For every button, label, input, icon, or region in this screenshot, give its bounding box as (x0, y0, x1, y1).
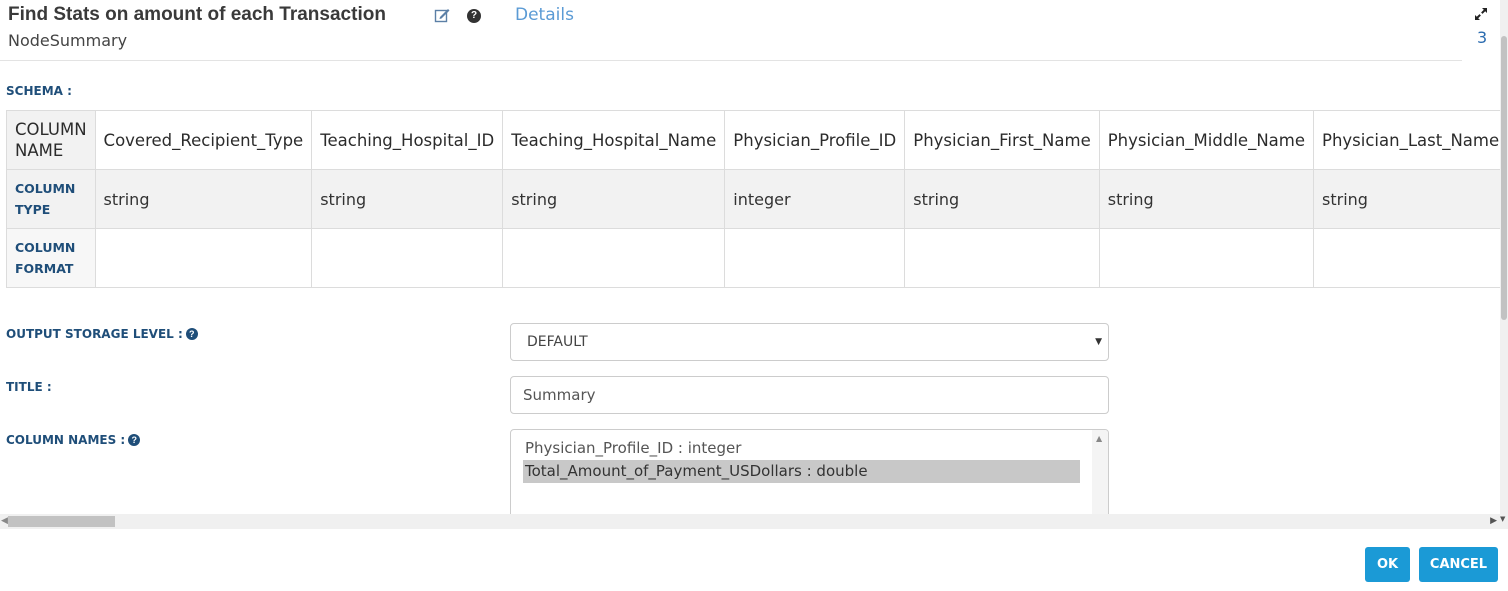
vertical-scrollbar[interactable]: ▼ (1500, 0, 1508, 529)
output-storage-level-select[interactable]: DEFAULT ▼ (510, 323, 1109, 361)
column-type-cell: string (1312, 169, 1500, 229)
dialog-body: SCHEMA : COLUMN NAME Covered_Recipient_T… (0, 61, 1500, 514)
title-label: TITLE : (6, 380, 52, 394)
dialog-title: Find Stats on amount of each Transaction (8, 4, 386, 25)
scroll-left-arrow[interactable]: ◀ (1, 516, 8, 526)
edit-icon[interactable] (434, 7, 450, 23)
horizontal-scroll-thumb[interactable] (8, 516, 115, 527)
ok-button[interactable]: OK (1365, 547, 1410, 582)
output-storage-level-text: OUTPUT STORAGE LEVEL : (6, 327, 183, 341)
chevron-down-icon: ▼ (1095, 337, 1102, 347)
schema-table: COLUMN NAME Covered_Recipient_Type Teach… (6, 110, 1500, 288)
column-type-cell: string (904, 169, 1100, 229)
column-type-cell: string (311, 169, 504, 229)
cancel-button[interactable]: CANCEL (1419, 547, 1498, 582)
schema-row-formats: COLUMN FORMAT (6, 228, 1500, 288)
column-type-cell: string (1098, 169, 1315, 229)
column-name-cell: Physician_First_Name (904, 110, 1100, 170)
column-name-cell: Teaching_Hospital_ID (311, 110, 504, 170)
expand-icon[interactable] (1473, 6, 1489, 22)
column-format-cell[interactable] (1098, 228, 1315, 288)
help-icon[interactable]: ? (128, 434, 141, 446)
column-format-cell[interactable] (502, 228, 726, 288)
column-format-cell[interactable] (904, 228, 1100, 288)
column-type-cell: integer (724, 169, 906, 229)
dialog-header: Find Stats on amount of each Transaction… (0, 0, 1462, 61)
node-type-subtitle: NodeSummary (8, 31, 128, 50)
details-link[interactable]: Details (515, 5, 574, 25)
node-count: 3 (1477, 28, 1488, 47)
title-input[interactable]: Summary (510, 376, 1109, 414)
column-name-cell: Physician_Last_Name (1312, 110, 1500, 170)
output-storage-level-label: OUTPUT STORAGE LEVEL :? (6, 327, 198, 341)
list-item-selected[interactable]: Total_Amount_of_Payment_USDollars : doub… (523, 460, 1080, 483)
column-names-listbox[interactable]: Physician_Profile_ID : integer Total_Amo… (510, 429, 1109, 514)
row-header-column-name: COLUMN NAME (6, 110, 96, 170)
column-type-cell: string (94, 169, 313, 229)
listbox-scrollbar[interactable]: ▲ (1092, 430, 1108, 514)
column-format-cell[interactable] (311, 228, 504, 288)
scroll-up-arrow[interactable]: ▲ (1096, 434, 1102, 443)
output-storage-level-value: DEFAULT (527, 334, 588, 350)
column-names-label: COLUMN NAMES :? (6, 433, 141, 447)
scroll-down-arrow[interactable]: ▼ (1500, 515, 1505, 523)
column-name-cell: Covered_Recipient_Type (94, 110, 313, 170)
row-header-column-format: COLUMN FORMAT (6, 228, 96, 288)
column-format-cell[interactable] (724, 228, 906, 288)
column-name-cell: Teaching_Hospital_Name (502, 110, 726, 170)
column-format-cell[interactable] (1312, 228, 1500, 288)
column-names-text: COLUMN NAMES : (6, 433, 126, 447)
scroll-right-arrow[interactable]: ▶ (1490, 516, 1497, 526)
row-header-column-type: COLUMN TYPE (6, 169, 96, 229)
help-icon[interactable]: ? (467, 9, 481, 23)
vertical-scroll-thumb[interactable] (1501, 36, 1507, 320)
column-type-cell: string (502, 169, 726, 229)
help-icon[interactable]: ? (185, 328, 198, 340)
horizontal-scrollbar[interactable]: ◀ ▶ (0, 514, 1500, 529)
schema-row-names: COLUMN NAME Covered_Recipient_Type Teach… (6, 110, 1500, 170)
column-name-cell: Physician_Middle_Name (1098, 110, 1315, 170)
column-format-cell[interactable] (94, 228, 313, 288)
list-item[interactable]: Physician_Profile_ID : integer (523, 437, 1080, 460)
schema-row-types: COLUMN TYPE string string string integer… (6, 169, 1500, 229)
column-name-cell: Physician_Profile_ID (724, 110, 906, 170)
schema-label: SCHEMA : (6, 84, 72, 98)
